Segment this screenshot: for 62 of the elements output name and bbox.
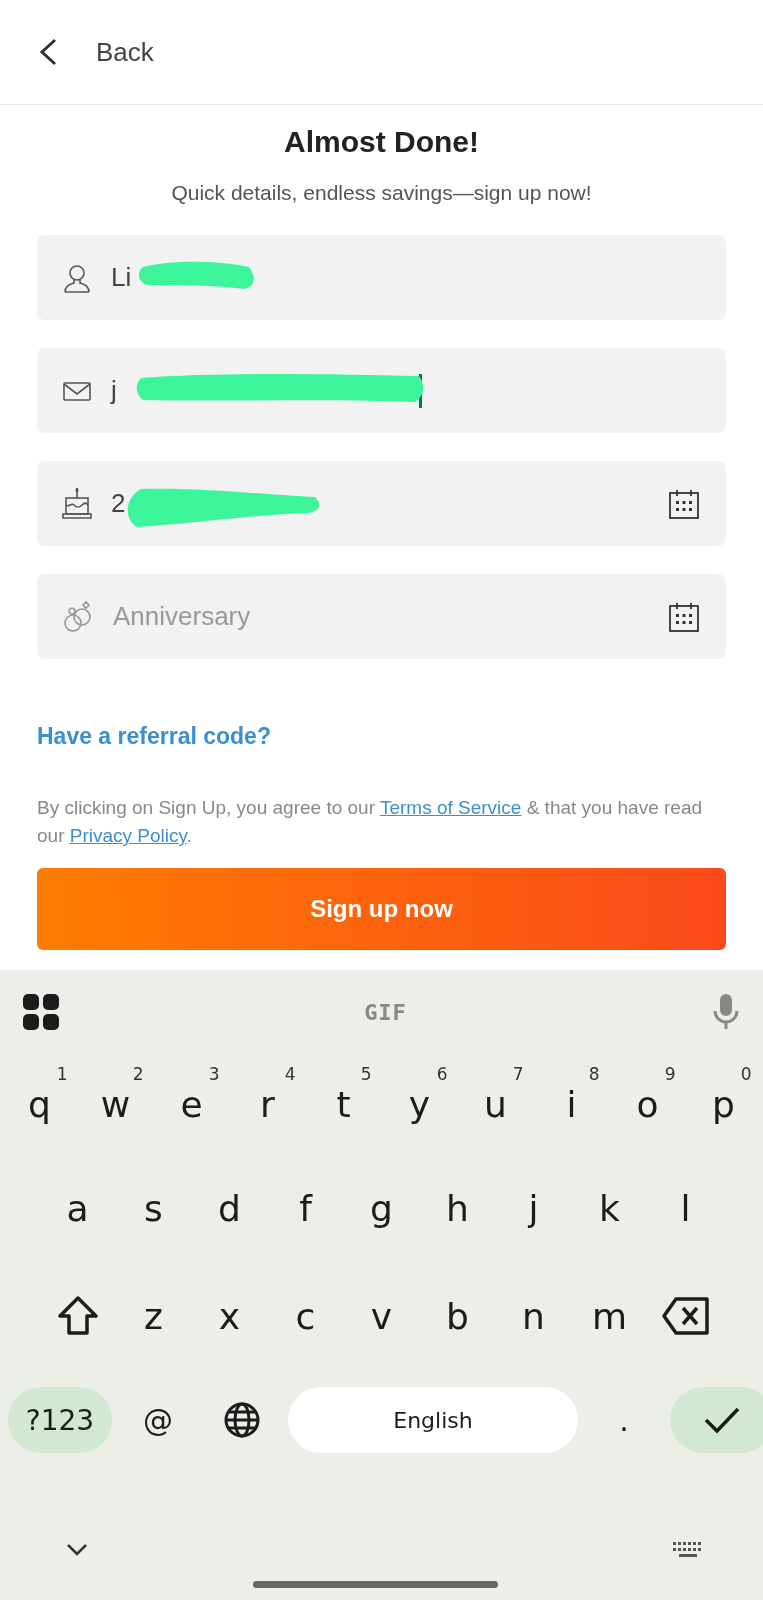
keyboard-key[interactable]: g: [343, 1154, 420, 1262]
keyboard-key[interactable]: m: [571, 1262, 648, 1370]
symbols-key[interactable]: ?123: [8, 1387, 112, 1453]
input-field[interactable]: j: [37, 348, 726, 433]
page-title: Almost Done!: [283, 125, 480, 159]
calendar-icon[interactable]: [668, 487, 700, 520]
keyboard-key[interactable]: w 2: [77, 1054, 154, 1154]
keyboard-key[interactable]: q 1: [1, 1054, 78, 1154]
chevron-down-icon[interactable]: [66, 1543, 88, 1557]
privacy-link[interactable]: Privacy Policy: [69, 825, 187, 846]
keyboard-key[interactable]: r 4: [229, 1054, 306, 1154]
input-field[interactable]: Li: [37, 235, 726, 320]
keyboard-key[interactable]: j: [495, 1154, 572, 1262]
keyboard-key[interactable]: h: [419, 1154, 496, 1262]
keyboard-key[interactable]: u 7: [457, 1054, 534, 1154]
keyboard-key[interactable]: n: [495, 1262, 572, 1370]
keyboard-key[interactable]: @: [120, 1387, 196, 1453]
shift-arrow-icon: [55, 1295, 100, 1337]
checkmark-icon: [702, 1405, 742, 1435]
keyboard-key[interactable]: f: [267, 1154, 344, 1262]
cake-icon: [61, 485, 93, 522]
keyboard-key[interactable]: c: [267, 1262, 344, 1370]
keyboard-key[interactable]: p 0: [685, 1054, 762, 1154]
microphone-icon[interactable]: [712, 994, 740, 1030]
terms-text: By clicking on Sign Up, you agree to our Terms of Service & that you have read our Privacy Policy.: [37, 796, 703, 848]
key-hint: 5: [360, 1064, 372, 1084]
backspace-icon: [660, 1296, 711, 1336]
terms-link[interactable]: Terms of Service: [379, 797, 522, 818]
keyboard-key[interactable]: v: [343, 1262, 420, 1370]
keyboard-key[interactable]: d: [191, 1154, 268, 1262]
input-field[interactable]: 2: [37, 461, 726, 546]
key-hint: 1: [56, 1064, 68, 1084]
keyboard-key[interactable]: i 8: [533, 1054, 610, 1154]
keyboard-key[interactable]: e 3: [153, 1054, 230, 1154]
keyboard-key[interactable]: t 5: [305, 1054, 382, 1154]
keyboard-key[interactable]: k: [571, 1154, 648, 1262]
key-hint: 8: [588, 1064, 600, 1084]
key-hint: 7: [512, 1064, 524, 1084]
keyboard-key[interactable]: b: [419, 1262, 496, 1370]
calendar-icon[interactable]: [668, 600, 700, 633]
keyboard-key[interactable]: y 6: [381, 1054, 458, 1154]
keyboard-key[interactable]: a: [39, 1154, 116, 1262]
back-button[interactable]: Back: [38, 36, 154, 68]
apps-grid-icon[interactable]: [23, 994, 59, 1030]
key-hint: 4: [284, 1064, 296, 1084]
key-hint: 6: [436, 1064, 448, 1084]
keyboard-icon[interactable]: [673, 1542, 703, 1558]
keyboard-key[interactable]: l: [647, 1154, 724, 1262]
keyboard-key[interactable]: x: [191, 1262, 268, 1370]
globe-icon: [223, 1401, 261, 1439]
keyboard-key[interactable]: s: [115, 1154, 192, 1262]
keyboard-key[interactable]: z: [115, 1262, 192, 1370]
key-hint: 0: [740, 1064, 752, 1084]
key-hint: 3: [208, 1064, 220, 1084]
key-hint: 9: [664, 1064, 676, 1084]
subtitle: Quick details, endless savings—sign up now!: [170, 181, 593, 205]
keyboard-key[interactable]: .: [586, 1387, 662, 1453]
keyboard-key[interactable]: o 9: [609, 1054, 686, 1154]
chevron-left-icon: [38, 37, 58, 67]
enter-key[interactable]: [670, 1387, 763, 1453]
key-hint: 2: [132, 1064, 144, 1084]
space-bar[interactable]: English: [288, 1387, 578, 1453]
